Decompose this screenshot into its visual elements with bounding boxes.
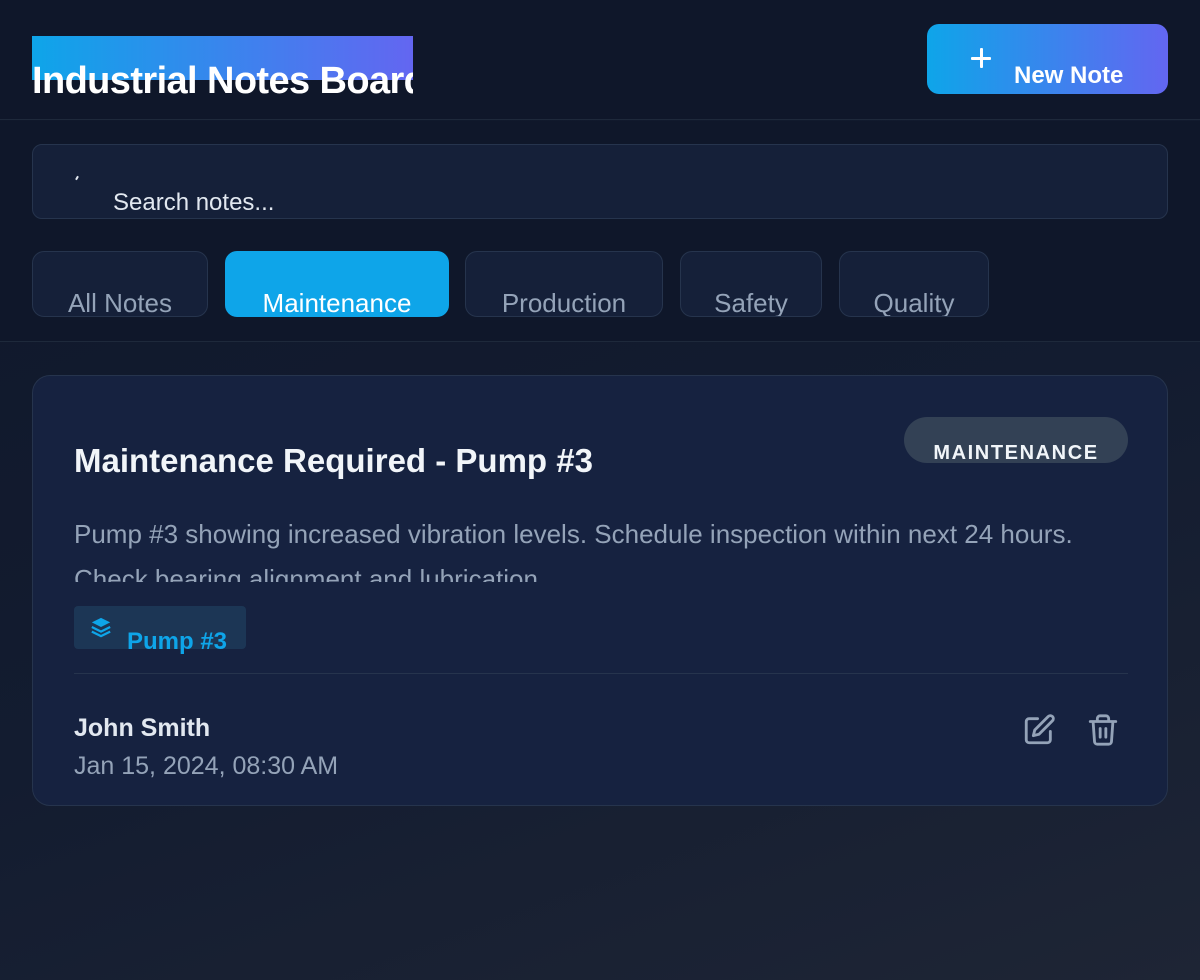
category-badge: MAINTENANCE bbox=[904, 417, 1128, 463]
page-title-text: Industrial Notes Board bbox=[32, 60, 413, 98]
card-divider bbox=[74, 673, 1128, 674]
tab-all-notes[interactable]: All Notes bbox=[32, 251, 208, 317]
tab-quality[interactable]: Quality bbox=[839, 251, 989, 317]
app-header: Industrial Notes Board New Note bbox=[0, 0, 1200, 120]
tab-label: Safety bbox=[714, 288, 788, 317]
note-timestamp: Jan 15, 2024, 08:30 AM bbox=[74, 752, 339, 780]
tab-safety[interactable]: Safety bbox=[680, 251, 822, 317]
note-card[interactable]: Maintenance Required - Pump #3 MAINTENAN… bbox=[32, 375, 1168, 806]
search-icon bbox=[75, 169, 87, 181]
search-box[interactable] bbox=[32, 144, 1168, 219]
search-input[interactable] bbox=[113, 183, 1113, 218]
edit-icon[interactable] bbox=[1022, 713, 1056, 747]
note-author: John Smith bbox=[74, 714, 211, 742]
tab-label: Production bbox=[501, 288, 627, 317]
tab-label: Maintenance bbox=[262, 288, 412, 317]
new-note-button-label: New Note bbox=[1014, 62, 1124, 89]
page-title: Industrial Notes Board bbox=[32, 36, 413, 98]
plus-icon bbox=[971, 48, 991, 68]
note-body: Pump #3 showing increased vibration leve… bbox=[74, 519, 1073, 582]
layers-icon bbox=[91, 617, 111, 638]
equipment-label: Pump #3 bbox=[127, 628, 228, 655]
trash-icon[interactable] bbox=[1086, 713, 1120, 747]
tab-maintenance[interactable]: Maintenance bbox=[225, 251, 449, 317]
new-note-button[interactable]: New Note bbox=[927, 24, 1168, 94]
equipment-tag[interactable]: Pump #3 bbox=[74, 606, 246, 655]
category-badge-label: MAINTENANCE bbox=[933, 442, 1099, 463]
note-title: Maintenance Required - Pump #3 bbox=[74, 442, 593, 479]
tab-label: Quality bbox=[873, 288, 955, 317]
tab-production[interactable]: Production bbox=[465, 251, 663, 317]
tab-label: All Notes bbox=[67, 288, 173, 317]
